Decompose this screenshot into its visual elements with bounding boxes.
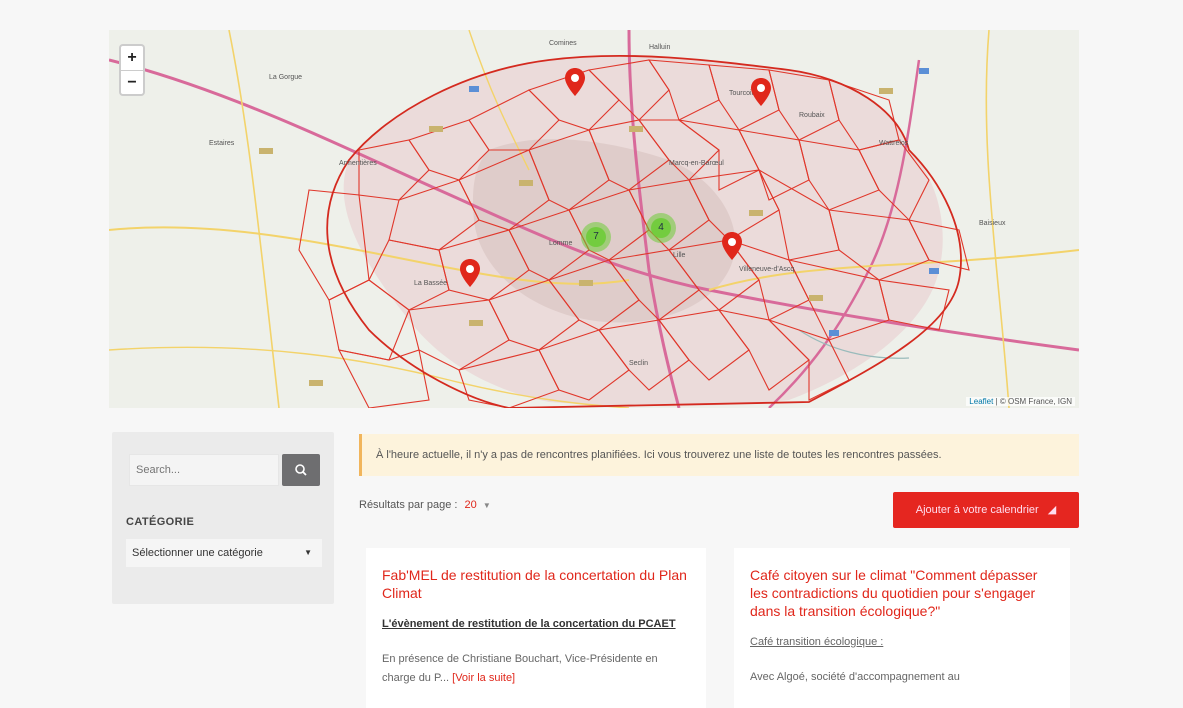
map-label: Marcq-en-Barœul [669,160,724,167]
search-icon [295,464,307,476]
map-label: La Bassée [414,280,448,287]
results-per-page-select[interactable]: 20 [465,499,477,511]
map[interactable]: La Gorgue Estaires La Bassée Lille Rouba… [109,30,1079,408]
category-select-value: Sélectionner une catégorie [132,547,263,559]
zoom-out-button[interactable]: − [121,71,143,95]
info-notice: À l'heure actuelle, il n'y a pas de renc… [359,434,1079,476]
map-label: Seclin [629,360,649,367]
event-excerpt: En présence de Christiane Bouchart, Vice… [382,650,690,688]
map-tiles [109,30,1079,408]
leaflet-link[interactable]: Leaflet [969,397,993,406]
map-label: La Gorgue [269,74,303,81]
map-label: Armentières [339,160,377,167]
map-label: Comines [549,40,577,47]
external-arrow-icon: ◢ [1047,504,1057,516]
zoom-control: + − [119,44,145,96]
zoom-in-button[interactable]: + [121,46,143,71]
map-label: Roubaix [799,112,825,119]
cluster-count: 4 [651,218,671,238]
event-excerpt-text: Avec Algoé, société d'accompagnement au [750,671,960,683]
read-more-link[interactable]: [Voir la suite] [452,672,515,684]
map-cluster[interactable]: 7 [581,222,611,252]
map-marker-icon[interactable] [750,77,772,107]
event-title[interactable]: Fab'MEL de restitution de la concertatio… [382,566,690,602]
caret-down-icon[interactable]: ▼ [483,501,491,510]
map-marker-icon[interactable] [459,258,481,288]
sidebar: CATÉGORIE Sélectionner une catégorie ▼ [112,432,334,604]
attribution-text: | © OSM France, IGN [995,397,1072,406]
map-label: Estaires [209,140,235,147]
map-label: Halluin [649,44,671,51]
map-label: Villeneuve-d'Ascq [739,266,795,273]
map-cluster[interactable]: 4 [646,213,676,243]
event-excerpt-text: En présence de Christiane Bouchart, Vice… [382,653,658,684]
results-per-page: Résultats par page : 20 ▼ [359,499,491,511]
event-card: Fab'MEL de restitution de la concertatio… [366,548,706,708]
add-to-calendar-label: Ajouter à votre calendrier [915,504,1039,516]
map-marker-icon[interactable] [721,231,743,261]
map-label: Lomme [549,240,573,247]
map-attribution: Leaflet | © OSM France, IGN [966,397,1075,406]
results-label: Résultats par page : [359,499,458,511]
add-to-calendar-button[interactable]: Ajouter à votre calendrier ◢ [893,492,1079,528]
category-label: CATÉGORIE [126,516,195,528]
search-button[interactable] [282,454,320,486]
caret-down-icon: ▼ [304,548,312,557]
map-label: Lille [673,252,686,259]
event-subtitle: Café transition écologique : [750,636,884,648]
search-input[interactable] [129,454,279,486]
map-label: Wattrelos [879,140,909,147]
cluster-count: 7 [586,227,606,247]
event-subtitle: L'évènement de restitution de la concert… [382,618,676,630]
map-label: Baisieux [979,220,1006,227]
category-select[interactable]: Sélectionner une catégorie ▼ [126,539,322,567]
map-marker-icon[interactable] [564,67,586,97]
event-title[interactable]: Café citoyen sur le climat "Comment dépa… [750,566,1054,620]
event-card: Café citoyen sur le climat "Comment dépa… [734,548,1070,708]
